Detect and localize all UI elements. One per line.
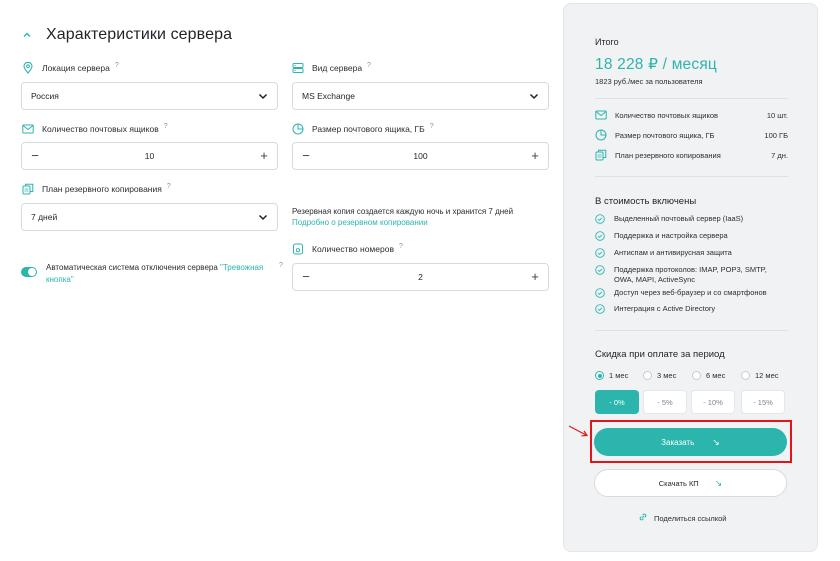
info-icon[interactable]: ?	[167, 183, 171, 190]
check-circle-icon	[595, 248, 605, 258]
included-item: Поддержка и настройка сервера	[595, 231, 795, 241]
increment-button[interactable]: +	[251, 143, 277, 169]
location-pin-icon	[22, 62, 34, 74]
discount-chip-5[interactable]: - 5%	[643, 390, 687, 414]
discount-chip-0[interactable]: - 0%	[595, 390, 639, 414]
backup-details-link[interactable]: Подробно о резервном копировании	[292, 217, 513, 228]
download-kp-button[interactable]: Скачать КП ↘	[594, 469, 787, 497]
included-item: Выделенный почтовый сервер (IaaS)	[595, 214, 795, 224]
decrement-button[interactable]: −	[22, 143, 48, 169]
section-header[interactable]: Характеристики сервера	[22, 26, 232, 44]
discount-chip-15[interactable]: - 15%	[741, 390, 785, 414]
mailbox-size-value[interactable]: 100	[319, 151, 522, 161]
server-type-label: Вид сервера ?	[292, 62, 371, 74]
link-icon	[638, 512, 648, 524]
pie-icon	[292, 123, 304, 135]
page-title: Характеристики сервера	[46, 26, 233, 43]
mail-icon	[595, 109, 607, 121]
mailboxes-value[interactable]: 10	[48, 151, 251, 161]
alarm-toggle[interactable]	[21, 267, 37, 277]
info-icon[interactable]: ?	[164, 123, 168, 130]
divider	[595, 98, 788, 99]
check-circle-icon	[595, 288, 605, 298]
share-link[interactable]: Поделиться ссылкой	[638, 512, 727, 524]
spec-row: План резервного копирования 7 дн.	[595, 149, 788, 161]
divider	[595, 176, 788, 177]
info-icon[interactable]: ?	[367, 62, 371, 69]
mailboxes-label: Количество почтовых ящиков ?	[22, 123, 168, 135]
backup-note: Резервная копия создается каждую ночь и …	[292, 207, 514, 228]
check-circle-icon	[595, 265, 605, 275]
info-icon[interactable]: ?	[115, 62, 119, 69]
mailbox-size-label: Размер почтового ящика, ГБ ?	[292, 123, 434, 135]
increment-button[interactable]: +	[522, 264, 548, 290]
info-icon[interactable]: ?	[399, 243, 403, 250]
check-circle-icon	[595, 231, 605, 241]
total-price: 18 228 ₽ / месяц	[595, 56, 717, 73]
spec-row: Размер почтового ящика, ГБ 100 ГБ	[595, 129, 788, 141]
backup-icon	[22, 183, 34, 195]
mailbox-size-stepper[interactable]: − 100 +	[292, 142, 549, 170]
backup-plan-select[interactable]: 7 дней	[21, 203, 278, 231]
included-item: Интеграция с Active Directory	[595, 304, 795, 314]
total-label: Итого	[595, 37, 619, 47]
divider	[595, 330, 788, 331]
numbers-label: Количество номеров ?	[292, 243, 403, 255]
numbers-stepper[interactable]: − 2 +	[292, 263, 549, 291]
included-item: Доступ через веб-браузер и со смартфонов	[595, 288, 795, 298]
spec-row: Количество почтовых ящиков 10 шт.	[595, 109, 788, 121]
chevron-down-icon	[258, 212, 268, 222]
included-item: Поддержка протоколов: IMAP, POP3, SMTP, …	[595, 265, 795, 285]
included-item: Антиспам и антивирусная защита	[595, 248, 795, 258]
server-icon	[292, 62, 304, 74]
phone-icon	[292, 243, 304, 255]
period-radio-6[interactable]: 6 мес	[692, 371, 725, 380]
mailboxes-stepper[interactable]: − 10 +	[21, 142, 278, 170]
numbers-value[interactable]: 2	[319, 272, 522, 282]
annotation-arrow-icon	[568, 425, 589, 437]
included-title: В стоимость включены	[595, 196, 697, 207]
info-icon[interactable]: ?	[430, 123, 434, 130]
summary-panel: Итого 18 228 ₽ / месяц 1823 руб./мес за …	[563, 3, 818, 552]
discount-chip-10[interactable]: - 10%	[691, 390, 735, 414]
increment-button[interactable]: +	[522, 143, 548, 169]
decrement-button[interactable]: −	[293, 264, 319, 290]
chevron-up-icon[interactable]	[22, 30, 32, 40]
alarm-toggle-row: Автоматическая система отключения сервер…	[21, 262, 286, 286]
period-radio-1[interactable]: 1 мес	[595, 371, 628, 380]
location-select[interactable]: Россия	[21, 82, 278, 110]
backup-icon	[595, 149, 607, 161]
order-highlight-box	[590, 420, 792, 463]
arrow-down-right-icon: ↘	[714, 477, 723, 488]
discount-title: Скидка при оплате за период	[595, 349, 725, 360]
location-label: Локация сервера ?	[22, 62, 119, 74]
period-radio-group: 1 мес 3 мес 6 мес 12 мес	[595, 371, 785, 383]
price-per-user: 1823 руб./мес за пользователя	[595, 77, 703, 86]
decrement-button[interactable]: −	[293, 143, 319, 169]
chevron-down-icon	[258, 91, 268, 101]
check-circle-icon	[595, 304, 605, 314]
period-radio-12[interactable]: 12 мес	[741, 371, 779, 380]
chevron-down-icon	[529, 91, 539, 101]
server-type-select[interactable]: MS Exchange	[292, 82, 549, 110]
period-radio-3[interactable]: 3 мес	[643, 371, 676, 380]
check-circle-icon	[595, 214, 605, 224]
backup-plan-label: План резервного копирования ?	[22, 183, 171, 195]
pie-icon	[595, 129, 607, 141]
info-icon[interactable]: ?	[279, 262, 283, 269]
mail-icon	[22, 123, 34, 135]
